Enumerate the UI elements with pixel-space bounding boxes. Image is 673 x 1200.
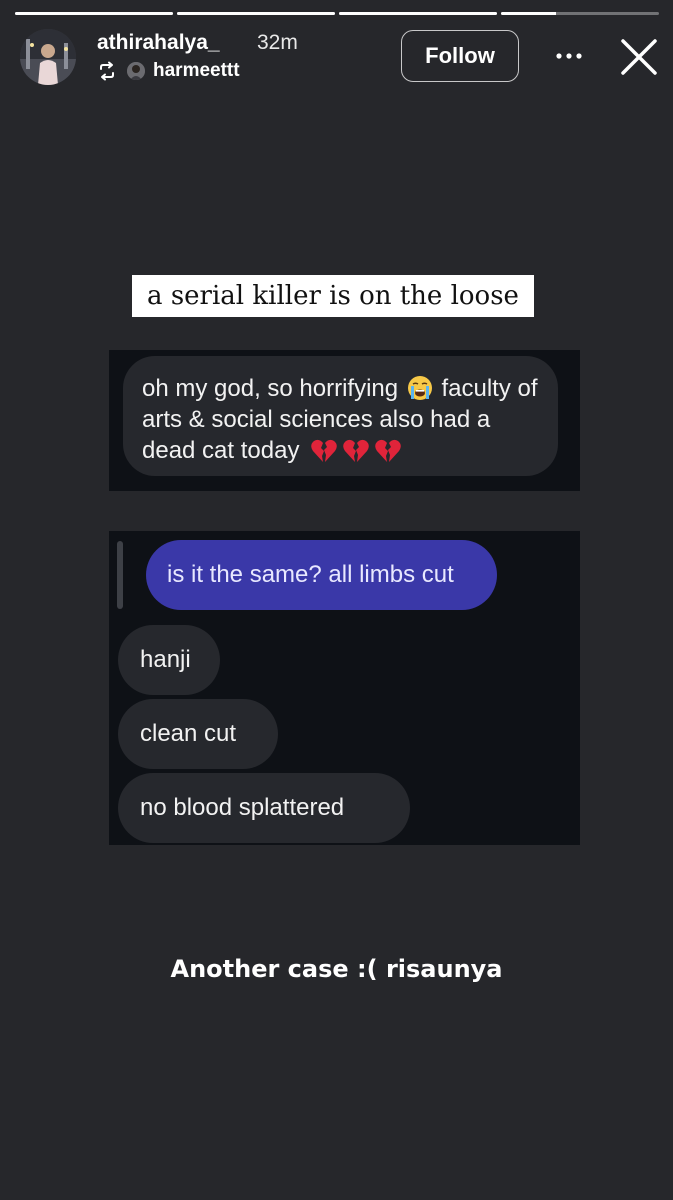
broken-heart-icon <box>343 439 369 462</box>
sent-message-bubble: is it the same? all limbs cut <box>146 540 497 610</box>
repost-attribution[interactable]: harmeettt <box>97 59 240 83</box>
follow-button[interactable]: Follow <box>401 30 519 82</box>
received-message-bubble: clean cut <box>118 699 278 769</box>
repost-icon <box>100 61 114 81</box>
username[interactable]: athirahalya_ <box>97 31 220 55</box>
close-icon[interactable] <box>619 37 659 77</box>
message-text-start: oh my god, so horrifying <box>142 375 399 402</box>
progress-fill <box>177 12 335 15</box>
progress-segment <box>339 12 497 15</box>
progress-fill <box>501 12 557 15</box>
loudly-crying-face-icon <box>407 376 432 400</box>
progress-segment <box>177 12 335 15</box>
chat-screenshot-1: oh my god, so horrifying faculty of arts… <box>109 350 580 491</box>
progress-segment <box>501 12 659 15</box>
progress-fill <box>339 12 497 15</box>
story-caption: a serial killer is on the loose <box>132 275 534 317</box>
received-message-bubble: no blood splattered <box>118 773 410 843</box>
received-message-bubble: oh my god, so horrifying faculty of arts… <box>123 356 558 476</box>
timestamp: 32m <box>257 31 298 54</box>
broken-heart-icon <box>311 439 337 462</box>
reposter-avatar[interactable] <box>127 62 145 80</box>
received-message-bubble: hanji <box>118 625 220 695</box>
progress-fill <box>15 12 173 15</box>
story-text-overlay: Another case :( risaunya <box>170 955 503 983</box>
reply-indicator <box>117 541 123 609</box>
more-horizontal-icon[interactable] <box>552 46 586 66</box>
chat-screenshot-2: is it the same? all limbs cut hanji clea… <box>109 531 580 845</box>
progress-segment <box>15 12 173 15</box>
broken-heart-icon <box>375 439 401 462</box>
reposter-username[interactable]: harmeettt <box>153 60 240 82</box>
avatar[interactable] <box>20 29 76 85</box>
story-progress <box>15 12 659 15</box>
